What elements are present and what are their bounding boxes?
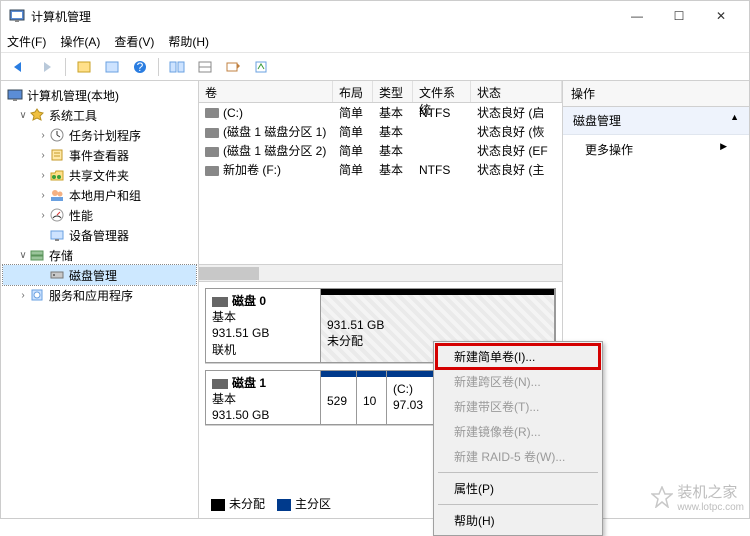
col-layout[interactable]: 布局	[333, 81, 373, 102]
collapse-icon: ▲	[730, 112, 739, 129]
toolbar-btn-3[interactable]	[165, 56, 189, 78]
actions-section[interactable]: 磁盘管理 ▲	[563, 107, 749, 135]
volume-row[interactable]: (磁盘 1 磁盘分区 1)简单基本状态良好 (恢	[199, 122, 562, 141]
toolbar-btn-2[interactable]	[100, 56, 124, 78]
ctx-new-striped-volume: 新建带区卷(T)...	[436, 394, 600, 419]
menu-action[interactable]: 操作(A)	[60, 33, 100, 50]
menu-help[interactable]: 帮助(H)	[168, 33, 209, 50]
toolbar-btn-4[interactable]	[193, 56, 217, 78]
ctx-new-raid5-volume: 新建 RAID-5 卷(W)...	[436, 444, 600, 469]
ctx-new-mirrored-volume: 新建镜像卷(R)...	[436, 419, 600, 444]
tree-device-manager[interactable]: 设备管理器	[3, 225, 196, 245]
ctx-new-simple-volume[interactable]: 新建简单卷(I)...	[436, 344, 600, 369]
disk-1-header[interactable]: 磁盘 1 基本 931.50 GB	[205, 370, 321, 425]
window-title: 计算机管理	[31, 8, 625, 25]
ctx-help[interactable]: 帮助(H)	[436, 508, 600, 533]
actions-header: 操作	[563, 81, 749, 107]
col-filesystem[interactable]: 文件系统	[413, 81, 471, 102]
col-status[interactable]: 状态	[471, 81, 562, 102]
close-button[interactable]: ✕	[709, 9, 733, 23]
help-icon[interactable]: ?	[128, 56, 152, 78]
disk-1-part-0[interactable]: 529	[321, 371, 357, 424]
toolbar-btn-6[interactable]	[249, 56, 273, 78]
svg-text:?: ?	[137, 60, 144, 74]
tree-disk-management[interactable]: 磁盘管理	[3, 265, 196, 285]
actions-more[interactable]: 更多操作 ▶	[563, 135, 749, 164]
ctx-separator	[438, 504, 598, 505]
volume-row[interactable]: 新加卷 (F:)简单基本NTFS状态良好 (主	[199, 160, 562, 179]
ctx-properties[interactable]: 属性(P)	[436, 476, 600, 501]
tree-performance[interactable]: ›性能	[3, 205, 196, 225]
volume-scrollbar[interactable]	[199, 264, 562, 281]
context-menu: 新建简单卷(I)... 新建跨区卷(N)... 新建带区卷(T)... 新建镜像…	[433, 341, 603, 536]
menu-view[interactable]: 查看(V)	[114, 33, 154, 50]
volume-list: 卷 布局 类型 文件系统 状态 (C:)简单基本NTFS状态良好 (启 (磁盘 …	[199, 81, 562, 281]
legend: 未分配 主分区	[207, 493, 335, 514]
back-button[interactable]	[7, 56, 31, 78]
tree-storage[interactable]: ∨存储	[3, 245, 196, 265]
tree-task-scheduler[interactable]: ›任务计划程序	[3, 125, 196, 145]
tree-root[interactable]: 计算机管理(本地)	[3, 85, 196, 105]
maximize-button[interactable]: ☐	[667, 9, 691, 23]
app-icon	[9, 8, 25, 24]
toolbar-btn-5[interactable]	[221, 56, 245, 78]
disk-1-part-1[interactable]: 10	[357, 371, 387, 424]
volume-row[interactable]: (C:)简单基本NTFS状态良好 (启	[199, 103, 562, 122]
tree-services[interactable]: ›服务和应用程序	[3, 285, 196, 305]
disk-0-header[interactable]: 磁盘 0 基本 931.51 GB 联机	[205, 288, 321, 363]
expand-icon: ▶	[720, 141, 727, 158]
minimize-button[interactable]: —	[625, 9, 649, 23]
col-type[interactable]: 类型	[373, 81, 413, 102]
toolbar-btn-1[interactable]	[72, 56, 96, 78]
menu-file[interactable]: 文件(F)	[7, 33, 46, 50]
menubar: 文件(F) 操作(A) 查看(V) 帮助(H)	[1, 31, 749, 53]
tree-event-viewer[interactable]: ›事件查看器	[3, 145, 196, 165]
volume-headers: 卷 布局 类型 文件系统 状态	[199, 81, 562, 103]
ctx-new-spanned-volume: 新建跨区卷(N)...	[436, 369, 600, 394]
tree-shared-folders[interactable]: ›共享文件夹	[3, 165, 196, 185]
forward-button[interactable]	[35, 56, 59, 78]
toolbar: ?	[1, 53, 749, 81]
volume-row[interactable]: (磁盘 1 磁盘分区 2)简单基本状态良好 (EF	[199, 141, 562, 160]
tree-local-users[interactable]: ›本地用户和组	[3, 185, 196, 205]
titlebar: 计算机管理 — ☐ ✕	[1, 1, 749, 31]
ctx-separator	[438, 472, 598, 473]
col-volume[interactable]: 卷	[199, 81, 333, 102]
tree-systools[interactable]: ∨系统工具	[3, 105, 196, 125]
nav-tree: 计算机管理(本地) ∨系统工具 ›任务计划程序 ›事件查看器 ›共享文件夹 ›本…	[1, 81, 199, 518]
